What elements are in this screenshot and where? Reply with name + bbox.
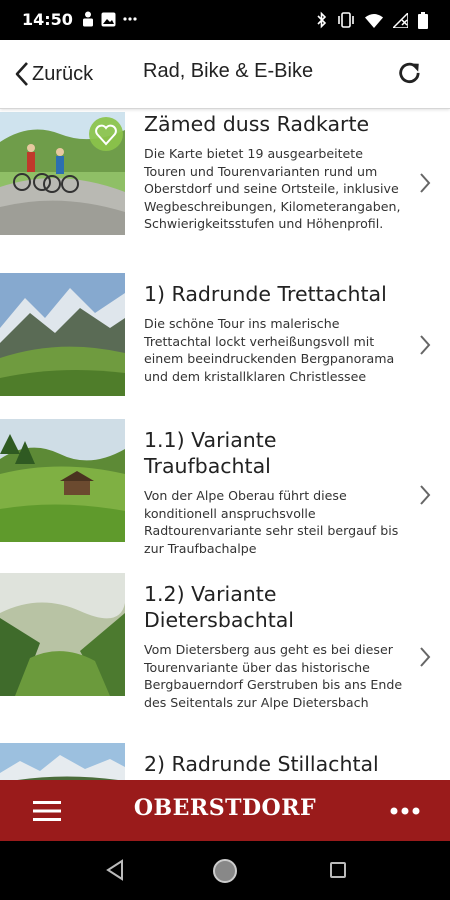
page-title: Rad, Bike & E-Bike [143, 60, 314, 82]
wifi-icon [365, 13, 383, 28]
item-description: Vom Dietersberg aus geht es bei dieser T… [144, 642, 403, 710]
battery-icon [418, 11, 428, 29]
chevron-right-icon [420, 173, 431, 193]
item-description: Die schöne Tour ins malerische Trettacht… [144, 316, 395, 384]
item-description: Von der Alpe Oberau führt diese konditio… [144, 488, 399, 556]
item-title: 1) Radrunde Trettachtal [144, 282, 387, 306]
back-button-label: Zurück [32, 62, 94, 85]
status-bar: 14:50 [0, 0, 450, 40]
status-time: 14:50 [22, 10, 73, 29]
status-notification-icons [82, 11, 137, 27]
image-notification-icon [101, 12, 116, 26]
trettachtal-thumbnail [0, 273, 125, 396]
item-title: 1.2) Variante Dietersbachtal [144, 582, 294, 632]
nav-home-icon[interactable] [211, 857, 239, 885]
refresh-icon[interactable] [396, 60, 424, 88]
bluetooth-icon [317, 11, 327, 29]
radkarte-thumbnail [0, 112, 125, 235]
traufbachtal-thumbnail [0, 419, 125, 542]
more-notifications-icon [123, 17, 137, 21]
list-item-stillachtal[interactable]: 2) Radrunde Stillachtal [0, 743, 450, 780]
dietersbachtal-thumbnail [0, 573, 125, 696]
nav-recents-icon[interactable] [329, 861, 347, 879]
chevron-right-icon [420, 485, 431, 505]
nav-back-icon[interactable] [104, 859, 126, 881]
list-item-trettachtal[interactable]: 1) Radrunde Trettachtal Die schöne Tour … [0, 273, 450, 413]
back-button[interactable]: Zurück [14, 56, 93, 92]
tour-list[interactable]: Zämed duss Radkarte Die Karte bietet 19 … [0, 109, 450, 780]
list-item-dietersbachtal[interactable]: 1.2) Variante Dietersbachtal Vom Dieters… [0, 571, 450, 741]
more-options-icon[interactable] [390, 800, 420, 822]
stillachtal-thumbnail [0, 743, 125, 780]
app-header: Zurück Rad, Bike & E-Bike [0, 40, 450, 109]
vibrate-icon [338, 12, 354, 28]
chevron-left-icon [15, 62, 28, 86]
item-title: 2) Radrunde Stillachtal [144, 752, 379, 776]
list-item-radkarte[interactable]: Zämed duss Radkarte Die Karte bietet 19 … [0, 109, 450, 259]
no-signal-icon [393, 12, 408, 28]
item-title: Zämed duss Radkarte [144, 112, 370, 136]
oberstdorf-logo: OBERSTDORF [133, 795, 317, 821]
chevron-right-icon [420, 647, 431, 667]
system-navigation-bar [0, 841, 450, 900]
chevron-right-icon [420, 335, 431, 355]
bottom-app-bar: OBERSTDORF [0, 780, 450, 841]
person-notification-icon [83, 11, 93, 27]
status-system-icons [317, 11, 428, 29]
list-item-traufbachtal[interactable]: 1.1) Variante Traufbachtal Von der Alpe … [0, 417, 450, 567]
item-title: 1.1) Variante Traufbachtal [144, 428, 277, 478]
item-description: Die Karte bietet 19 ausgearbeitete Toure… [144, 146, 401, 232]
